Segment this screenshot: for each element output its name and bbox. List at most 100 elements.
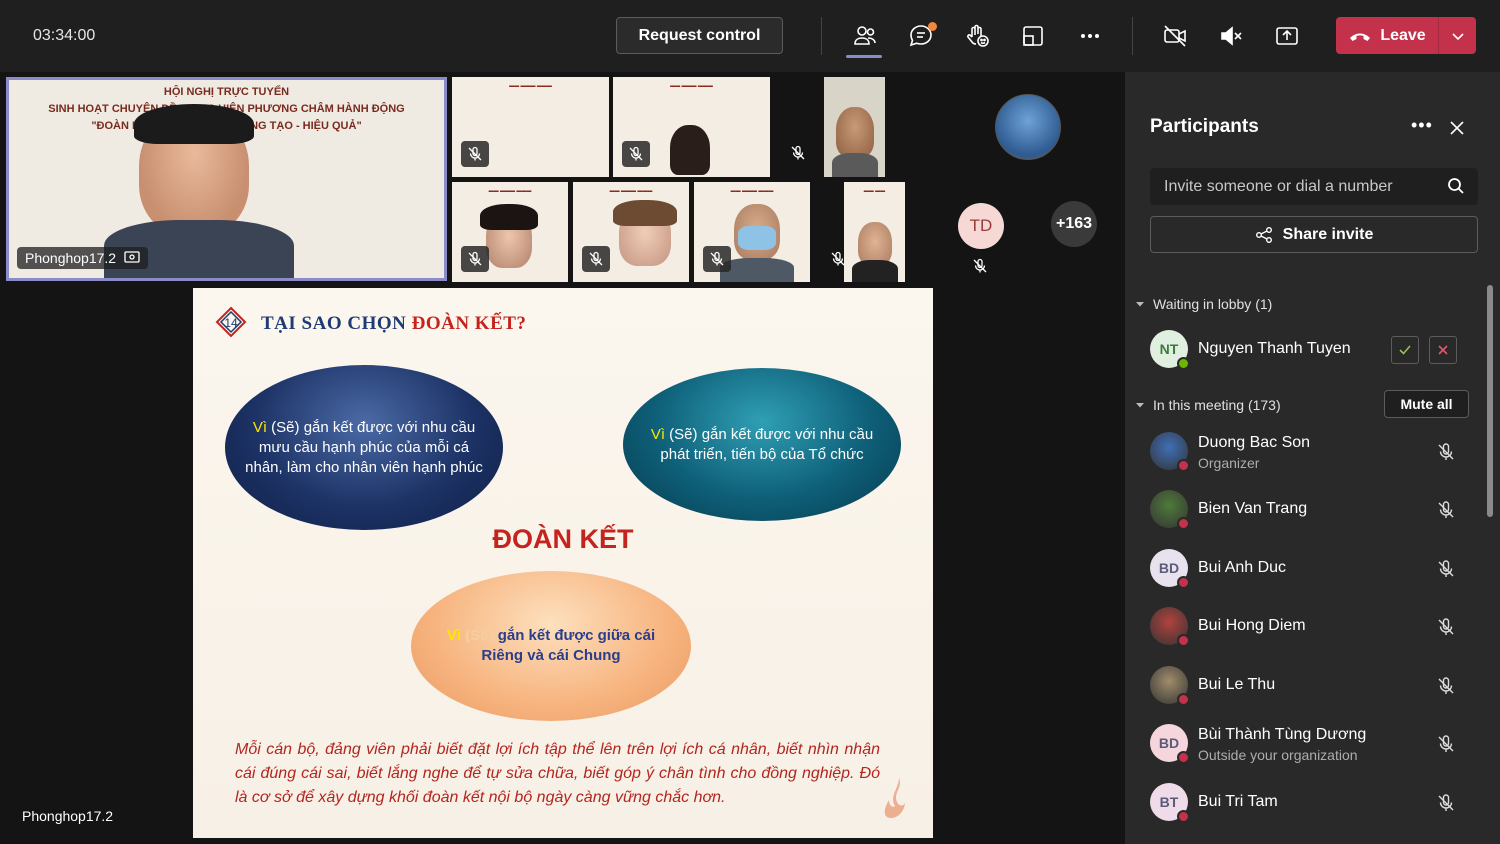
participant-name: Duong Bac Son: [1198, 434, 1311, 451]
invite-input[interactable]: [1150, 168, 1440, 205]
video-tile[interactable]: ▬▬ ▬▬▬ ▬▬▬: [573, 182, 689, 282]
share-invite-button[interactable]: Share invite: [1150, 216, 1478, 253]
admit-button[interactable]: [1391, 336, 1419, 364]
mic-off-icon: [461, 246, 489, 272]
more-icon[interactable]: •••: [1411, 115, 1433, 136]
share-icon[interactable]: [1271, 20, 1303, 52]
participant-role: Outside your organization: [1198, 747, 1358, 763]
mic-off-icon[interactable]: [1436, 500, 1456, 520]
invite-box: [1150, 168, 1478, 205]
lobby-section-header[interactable]: Waiting in lobby (1): [1135, 296, 1272, 312]
meeting-header-label: In this meeting (173): [1153, 397, 1281, 413]
participant-name: Bui Anh Duc: [1198, 559, 1287, 576]
oval-lead: Vì: [650, 425, 666, 443]
slide-footer-text: Mỗi cán bộ, đảng viên phải biết đặt lợi …: [235, 741, 880, 806]
toolbar-divider: [1132, 17, 1133, 55]
participant-row[interactable]: Bui Le Thu: [1150, 664, 1480, 708]
lobby-name: Nguyen Thanh Tuyen: [1198, 340, 1351, 357]
reason-oval-1: Vì (Sẽ) gắn kết được với nhu cầu mưu cầu…: [225, 365, 503, 530]
video-tile[interactable]: ▬▬ ▬▬▬ ▬▬▬: [452, 182, 568, 282]
mic-off-icon[interactable]: [1436, 442, 1456, 462]
participant-name: Bui Tri Tam: [1198, 793, 1278, 810]
participant-row[interactable]: BT Bui Tri Tam: [1150, 781, 1480, 825]
header-line: HỘI NGHỊ TRỰC TUYẾN: [163, 86, 290, 98]
meeting-timer: 03:34:00: [33, 27, 96, 44]
oval-faint: (Sẽ): [465, 627, 494, 644]
hangup-icon: [1350, 33, 1371, 41]
mic-off-icon: [703, 246, 731, 272]
close-icon: [1438, 345, 1448, 355]
search-icon[interactable]: [1446, 176, 1466, 196]
face-mask: [738, 226, 776, 250]
participant-name: Bien Van Trang: [1198, 500, 1308, 517]
slide-thumb: ▬▬ ▬▬▬ ▬▬▬: [730, 188, 774, 194]
people-icon[interactable]: [849, 20, 881, 52]
slide-title-prefix: TẠI SAO CHỌN: [261, 313, 412, 334]
react-icon[interactable]: [961, 20, 993, 52]
participant-row[interactable]: BD Bui Anh Duc: [1150, 547, 1480, 591]
rooms-icon[interactable]: [1017, 20, 1049, 52]
video-tile[interactable]: ▬▬ ▬▬: [844, 182, 905, 282]
speaker-muted-icon[interactable]: [1215, 20, 1247, 52]
oval-lead: Vì: [446, 627, 466, 644]
slide-title: TẠI SAO CHỌN ĐOÀN KẾT?: [261, 313, 526, 335]
share-invite-label: Share invite: [1282, 225, 1374, 243]
status-dot: [1177, 693, 1190, 706]
center-word: ĐOÀN KẾT: [492, 524, 634, 554]
mic-off-icon[interactable]: [1436, 793, 1456, 813]
participant-shirt: [852, 260, 898, 282]
panel-scrollbar[interactable]: [1487, 285, 1493, 517]
participant-row[interactable]: Duong Bac Son Organizer: [1150, 430, 1480, 474]
slide-thumb: ▬▬ ▬▬▬ ▬▬▬: [509, 83, 552, 89]
toolbar-divider: [821, 17, 822, 55]
mic-off-icon[interactable]: [1436, 559, 1456, 579]
mic-off-icon[interactable]: [1436, 617, 1456, 637]
oval-lead: Vì: [252, 418, 268, 436]
status-dot: [1177, 634, 1190, 647]
slide-thumb: ▬▬ ▬▬▬ ▬▬▬: [670, 83, 713, 89]
more-icon[interactable]: [1074, 20, 1106, 52]
mic-off-icon: [461, 141, 489, 167]
leave-button[interactable]: Leave: [1336, 17, 1476, 54]
featured-video-tile[interactable]: HỘI NGHỊ TRỰC TUYẾN SINH HOẠT CHUYÊN ĐỀ:…: [6, 77, 447, 281]
participant-row[interactable]: BD Bùi Thành Tùng Dương Outside your organ…: [1150, 722, 1480, 766]
screen-share-icon: [124, 251, 140, 263]
slide-thumb: ▬▬ ▬▬▬ ▬▬▬: [609, 188, 653, 194]
participant-name: Bui Le Thu: [1198, 676, 1276, 693]
oval-text: gắn kết được giữa cái Riêng và cái Chung: [481, 627, 656, 664]
camera-off-icon[interactable]: [1159, 20, 1191, 52]
meeting-section-header[interactable]: In this meeting (173): [1135, 397, 1281, 413]
close-icon[interactable]: [1447, 118, 1467, 138]
participant-row[interactable]: Bien Van Trang: [1150, 488, 1480, 532]
mic-off-icon[interactable]: [1436, 676, 1456, 696]
deny-button[interactable]: [1429, 336, 1457, 364]
participant-row[interactable]: Bui Hong Diem: [1150, 605, 1480, 649]
status-dot: [1177, 357, 1190, 370]
featured-name: Phonghop17.2: [25, 250, 117, 266]
reason-oval-3: Vì (Sẽ) gắn kết được giữa cái Riêng và c…: [411, 571, 691, 721]
status-dot: [1177, 810, 1190, 823]
mute-all-button[interactable]: Mute all: [1384, 390, 1469, 418]
caret-down-icon: [1136, 403, 1144, 408]
chevron-down-icon[interactable]: [1439, 17, 1476, 54]
participant-shirt: [720, 258, 794, 282]
request-control-button[interactable]: Request control: [616, 17, 783, 54]
active-tab-indicator: [846, 55, 882, 58]
shared-presentation-slide: 14 TẠI SAO CHỌN ĐOÀN KẾT? Vì (Sẽ) gắn kế…: [193, 288, 933, 838]
slide-thumb: ▬▬ ▬▬: [863, 188, 886, 194]
status-dot: [1177, 459, 1190, 472]
presenter-name: Phonghop17.2: [22, 808, 114, 824]
mic-off-icon: [582, 246, 610, 272]
leave-main[interactable]: Leave: [1336, 17, 1438, 54]
overflow-count[interactable]: +163: [1051, 201, 1097, 247]
video-tile[interactable]: ▬▬ ▬▬▬ ▬▬▬: [694, 182, 810, 282]
mic-off-icon[interactable]: [1436, 734, 1456, 754]
participant-silhouette: [670, 125, 710, 175]
slide-thumb: ▬▬ ▬▬▬ ▬▬▬: [488, 188, 532, 194]
lobby-row: NT Nguyen Thanh Tuyen: [1150, 328, 1480, 372]
video-tile[interactable]: ▬▬ ▬▬▬ ▬▬▬: [452, 77, 609, 177]
oval-text: (Sẽ) gắn kết được với nhu cầu phát triển…: [660, 425, 874, 463]
mic-off-icon: [784, 140, 812, 166]
video-tile[interactable]: [824, 77, 885, 177]
video-tile[interactable]: ▬▬ ▬▬▬ ▬▬▬: [613, 77, 770, 177]
